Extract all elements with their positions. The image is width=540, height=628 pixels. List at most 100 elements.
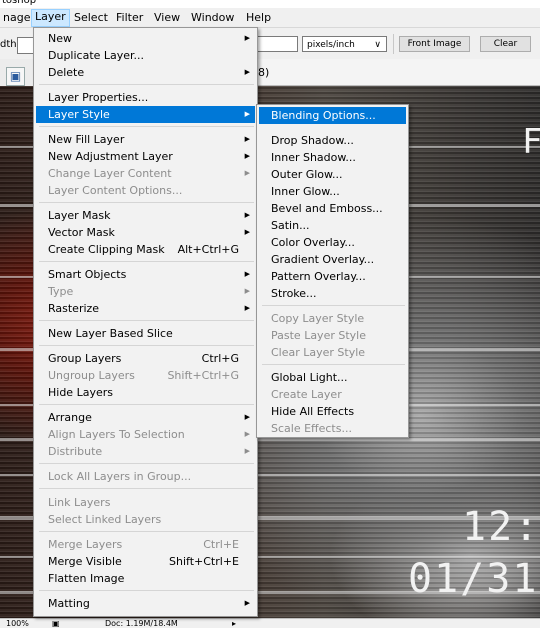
menu-item-label: Rasterize xyxy=(48,302,100,315)
menu-image[interactable]: nage xyxy=(0,10,33,26)
menu-item-duplicate-layer[interactable]: Duplicate Layer... xyxy=(36,47,255,64)
menu-item-create-clipping-mask[interactable]: Create Clipping Mask Alt+Ctrl+G xyxy=(36,241,255,258)
submenu-item-blending-options[interactable]: Blending Options... xyxy=(259,107,406,124)
menu-item-matting[interactable]: Matting ▶ xyxy=(36,595,255,612)
menu-separator xyxy=(39,590,254,591)
submenu-arrow-icon: ▶ xyxy=(244,169,250,177)
menu-item-layer-style[interactable]: Layer Style ▶ xyxy=(36,106,255,123)
submenu-item-drop-shadow[interactable]: Drop Shadow... xyxy=(259,132,406,149)
menu-item-label: Merge Visible xyxy=(48,555,122,568)
menu-item-rasterize[interactable]: Rasterize ▶ xyxy=(36,300,255,317)
submenu-item-paste-layer-style[interactable]: Paste Layer Style xyxy=(259,327,406,344)
menu-layer[interactable]: Layer xyxy=(31,9,70,27)
menu-item-label: Merge Layers xyxy=(48,538,123,551)
submenu-item-satin[interactable]: Satin... xyxy=(259,217,406,234)
layer-menu: New ▶ Duplicate Layer... Delete ▶ Layer Pr… xyxy=(33,27,258,617)
front-image-button[interactable]: Front Image xyxy=(399,36,470,52)
menu-item-align-layers[interactable]: Align Layers To Selection ▶ xyxy=(36,426,255,443)
menu-item-label: Global Light... xyxy=(271,371,348,384)
resolution-field[interactable] xyxy=(256,36,298,52)
menu-item-ungroup-layers[interactable]: Ungroup Layers Shift+Ctrl+G xyxy=(36,367,255,384)
menu-item-label: Bevel and Emboss... xyxy=(271,202,383,215)
menu-help[interactable]: Help xyxy=(243,10,274,26)
submenu-item-copy-layer-style[interactable]: Copy Layer Style xyxy=(259,310,406,327)
submenu-item-stroke[interactable]: Stroke... xyxy=(259,285,406,302)
menu-item-arrange[interactable]: Arrange ▶ xyxy=(36,409,255,426)
submenu-item-pattern-overlay[interactable]: Pattern Overlay... xyxy=(259,268,406,285)
menu-item-label: New Layer Based Slice xyxy=(48,327,173,340)
menu-item-layer-mask[interactable]: Layer Mask ▶ xyxy=(36,207,255,224)
resolution-unit-select[interactable]: pixels/inch ∨ xyxy=(302,36,387,52)
submenu-arrow-icon: ▶ xyxy=(244,270,250,278)
menu-item-label: New Adjustment Layer xyxy=(48,150,173,163)
document-icon[interactable]: ▣ xyxy=(6,67,25,86)
menu-item-type[interactable]: Type ▶ xyxy=(36,283,255,300)
menu-item-layer-content-options[interactable]: Layer Content Options... xyxy=(36,182,255,199)
menu-item-label: Flatten Image xyxy=(48,572,125,585)
submenu-item-outer-glow[interactable]: Outer Glow... xyxy=(259,166,406,183)
menu-filter[interactable]: Filter xyxy=(113,10,146,26)
menu-item-hide-layers[interactable]: Hide Layers xyxy=(36,384,255,401)
menu-item-label: Inner Glow... xyxy=(271,185,340,198)
menu-item-select-linked-layers[interactable]: Select Linked Layers xyxy=(36,511,255,528)
menu-item-link-layers[interactable]: Link Layers xyxy=(36,494,255,511)
submenu-arrow-icon: ▶ xyxy=(244,304,250,312)
submenu-item-bevel-emboss[interactable]: Bevel and Emboss... xyxy=(259,200,406,217)
menu-item-label: New Fill Layer xyxy=(48,133,125,146)
submenu-item-scale-effects[interactable]: Scale Effects... xyxy=(259,420,406,437)
submenu-item-gradient-overlay[interactable]: Gradient Overlay... xyxy=(259,251,406,268)
submenu-item-inner-glow[interactable]: Inner Glow... xyxy=(259,183,406,200)
menu-separator xyxy=(39,126,254,127)
menu-separator xyxy=(39,84,254,85)
shortcut-text: Ctrl+G xyxy=(201,352,239,365)
menu-item-change-layer-content[interactable]: Change Layer Content ▶ xyxy=(36,165,255,182)
menu-item-distribute[interactable]: Distribute ▶ xyxy=(36,443,255,460)
menu-item-layer-properties[interactable]: Layer Properties... xyxy=(36,89,255,106)
submenu-arrow-icon: ▶ xyxy=(244,34,250,42)
menu-separator xyxy=(39,202,254,203)
menu-item-label: Gradient Overlay... xyxy=(271,253,375,266)
submenu-item-create-layer[interactable]: Create Layer xyxy=(259,386,406,403)
menu-select[interactable]: Select xyxy=(71,10,111,26)
menu-item-label: New xyxy=(48,32,72,45)
submenu-arrow-icon: ▶ xyxy=(244,413,250,421)
submenu-item-color-overlay[interactable]: Color Overlay... xyxy=(259,234,406,251)
shortcut-text: Shift+Ctrl+G xyxy=(167,369,239,382)
canvas-text-date: 01/31 xyxy=(408,556,539,602)
menu-item-label: Scale Effects... xyxy=(271,422,352,435)
menu-item-flatten-image[interactable]: Flatten Image xyxy=(36,570,255,587)
menu-item-new-fill-layer[interactable]: New Fill Layer ▶ xyxy=(36,131,255,148)
menu-item-label: Select Linked Layers xyxy=(48,513,162,526)
menu-item-merge-layers[interactable]: Merge Layers Ctrl+E xyxy=(36,536,255,553)
menu-item-lock-all-layers[interactable]: Lock All Layers in Group... xyxy=(36,468,255,485)
menu-separator xyxy=(39,463,254,464)
menu-item-new-adjustment-layer[interactable]: New Adjustment Layer ▶ xyxy=(36,148,255,165)
menu-item-label: Change Layer Content xyxy=(48,167,172,180)
menu-item-new-layer-based-slice[interactable]: New Layer Based Slice xyxy=(36,325,255,342)
toolbar-divider xyxy=(393,34,394,54)
submenu-item-global-light[interactable]: Global Light... xyxy=(259,369,406,386)
menu-item-label: Hide Layers xyxy=(48,386,113,399)
shortcut-text: Ctrl+E xyxy=(203,538,239,551)
menu-item-label: Stroke... xyxy=(271,287,317,300)
submenu-item-inner-shadow[interactable]: Inner Shadow... xyxy=(259,149,406,166)
submenu-item-hide-all-effects[interactable]: Hide All Effects xyxy=(259,403,406,420)
clear-button[interactable]: Clear xyxy=(480,36,531,52)
menu-item-new[interactable]: New ▶ xyxy=(36,30,255,47)
menu-item-label: Matting xyxy=(48,597,90,610)
menu-view[interactable]: View xyxy=(151,10,183,26)
menu-item-merge-visible[interactable]: Merge Visible Shift+Ctrl+E xyxy=(36,553,255,570)
menu-item-label: Clear Layer Style xyxy=(271,346,366,359)
menu-item-label: Duplicate Layer... xyxy=(48,49,145,62)
menu-separator xyxy=(39,404,254,405)
menu-item-group-layers[interactable]: Group Layers Ctrl+G xyxy=(36,350,255,367)
menu-window[interactable]: Window xyxy=(188,10,237,26)
menu-item-smart-objects[interactable]: Smart Objects ▶ xyxy=(36,266,255,283)
menu-item-vector-mask[interactable]: Vector Mask ▶ xyxy=(36,224,255,241)
menu-item-delete[interactable]: Delete ▶ xyxy=(36,64,255,81)
submenu-item-clear-layer-style[interactable]: Clear Layer Style xyxy=(259,344,406,361)
window-title: toshop xyxy=(2,0,37,6)
menu-item-label: Pattern Overlay... xyxy=(271,270,366,283)
document-tab-title: 8) xyxy=(258,66,270,79)
submenu-arrow-icon: ▶ xyxy=(244,211,250,219)
